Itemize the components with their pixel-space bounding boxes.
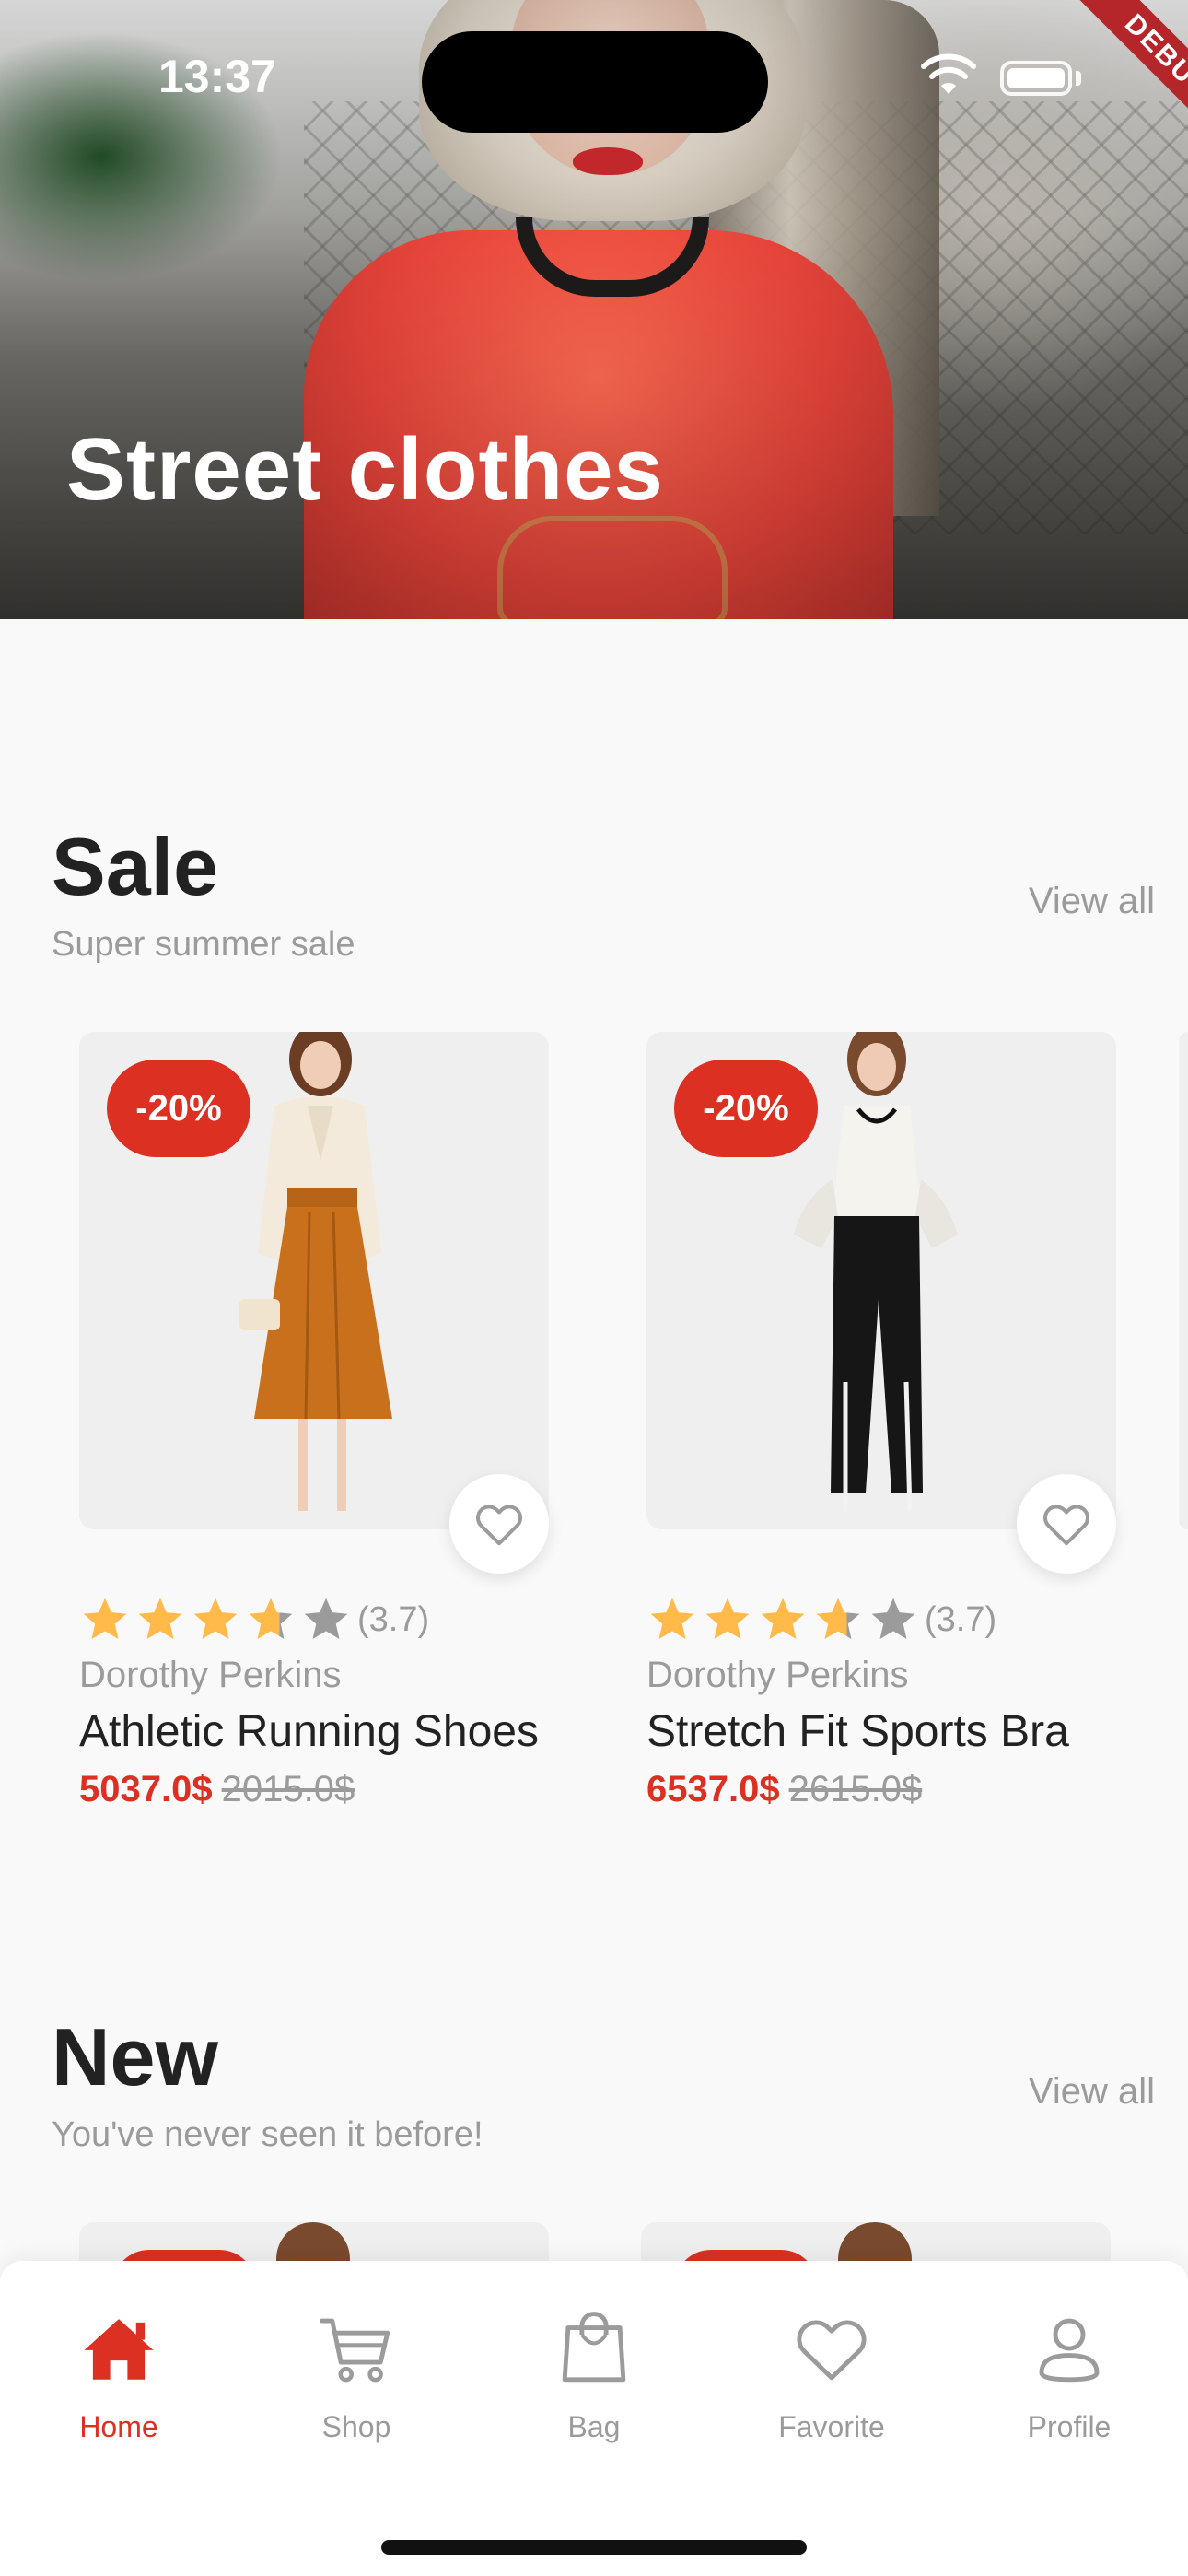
wifi-icon bbox=[921, 53, 976, 94]
nav-label-bag: Bag bbox=[567, 2410, 621, 2443]
price-original: 2015.0$ bbox=[221, 1769, 355, 1809]
cart-icon bbox=[320, 2318, 390, 2383]
sale-title: Sale bbox=[52, 821, 219, 912]
price-current: 5037.0$ bbox=[79, 1769, 213, 1809]
nav-label-favorite: Favorite bbox=[778, 2410, 885, 2443]
new-subtitle: You've never seen it before! bbox=[52, 2115, 483, 2154]
star-filled-icon bbox=[83, 1598, 127, 1639]
status-time: 13:37 bbox=[158, 51, 276, 102]
home-indicator bbox=[381, 2540, 807, 2555]
person-icon bbox=[1039, 2318, 1100, 2383]
nav-item-shop[interactable]: Shop bbox=[264, 2307, 448, 2444]
discount-badge: -20% bbox=[107, 1060, 250, 1157]
debug-ribbon: DEBUG bbox=[1004, 0, 1188, 184]
bottom-navigation: Home Shop Bag Favorite Profile bbox=[0, 2261, 1188, 2576]
nav-label-home: Home bbox=[79, 2410, 158, 2443]
sale-view-all-link[interactable]: View all bbox=[1029, 881, 1155, 922]
product-card-peek[interactable] bbox=[1179, 1032, 1188, 1529]
new-view-all-link[interactable]: View all bbox=[1029, 2071, 1155, 2113]
price-original: 2615.0$ bbox=[788, 1769, 923, 1809]
heart-icon bbox=[1043, 1505, 1089, 1546]
favorite-button[interactable] bbox=[1017, 1474, 1116, 1574]
rating-count: (3.7) bbox=[357, 1599, 430, 1639]
product-image[interactable]: -20% bbox=[646, 1032, 1116, 1529]
star-empty-icon bbox=[871, 1598, 915, 1639]
star-filled-icon bbox=[138, 1598, 182, 1639]
nav-item-home[interactable]: Home bbox=[27, 2307, 211, 2444]
product-card[interactable]: -20% (3.7) Dorothy Perkins Athletic Runn… bbox=[79, 1032, 567, 1824]
product-brand: Dorothy Perkins bbox=[646, 1655, 909, 1695]
heart-icon bbox=[797, 2320, 867, 2381]
nav-item-profile[interactable]: Profile bbox=[977, 2307, 1161, 2444]
star-filled-icon bbox=[705, 1598, 750, 1639]
product-name: Stretch Fit Sports Bra bbox=[646, 1707, 1069, 1756]
discount-badge: -20% bbox=[674, 1060, 818, 1157]
star-filled-icon bbox=[650, 1598, 694, 1639]
nav-label-profile: Profile bbox=[1027, 2410, 1112, 2443]
dynamic-island bbox=[422, 31, 768, 133]
product-image[interactable]: -20% bbox=[79, 1032, 549, 1529]
product-price: 5037.0$ 2015.0$ bbox=[79, 1769, 355, 1810]
star-empty-icon bbox=[304, 1598, 348, 1639]
rating-stars: (3.7) bbox=[646, 1592, 996, 1647]
rating-stars: (3.7) bbox=[79, 1592, 429, 1647]
star-filled-icon bbox=[761, 1598, 805, 1639]
rating-count: (3.7) bbox=[925, 1599, 997, 1639]
home-icon bbox=[84, 2319, 154, 2380]
star-half-icon bbox=[249, 1598, 293, 1639]
nav-item-favorite[interactable]: Favorite bbox=[740, 2307, 924, 2444]
star-half-icon bbox=[816, 1598, 860, 1639]
sale-subtitle: Super summer sale bbox=[52, 925, 355, 964]
bag-icon bbox=[562, 2312, 626, 2383]
nav-label-shop: Shop bbox=[321, 2410, 391, 2443]
product-brand: Dorothy Perkins bbox=[79, 1655, 342, 1695]
price-current: 6537.0$ bbox=[646, 1769, 780, 1809]
product-card[interactable]: -20% (3.7) Dorothy Perkins Stretch Fit S… bbox=[646, 1032, 1135, 1824]
hero-title: Street clothes bbox=[66, 420, 664, 519]
product-name: Athletic Running Shoes bbox=[79, 1707, 539, 1756]
heart-icon bbox=[476, 1505, 522, 1546]
debug-label: DEBUG bbox=[1054, 0, 1188, 171]
favorite-button[interactable] bbox=[449, 1474, 549, 1574]
star-filled-icon bbox=[193, 1598, 238, 1639]
new-title: New bbox=[52, 2011, 218, 2102]
product-price: 6537.0$ 2615.0$ bbox=[646, 1769, 922, 1810]
nav-item-bag[interactable]: Bag bbox=[502, 2307, 686, 2444]
